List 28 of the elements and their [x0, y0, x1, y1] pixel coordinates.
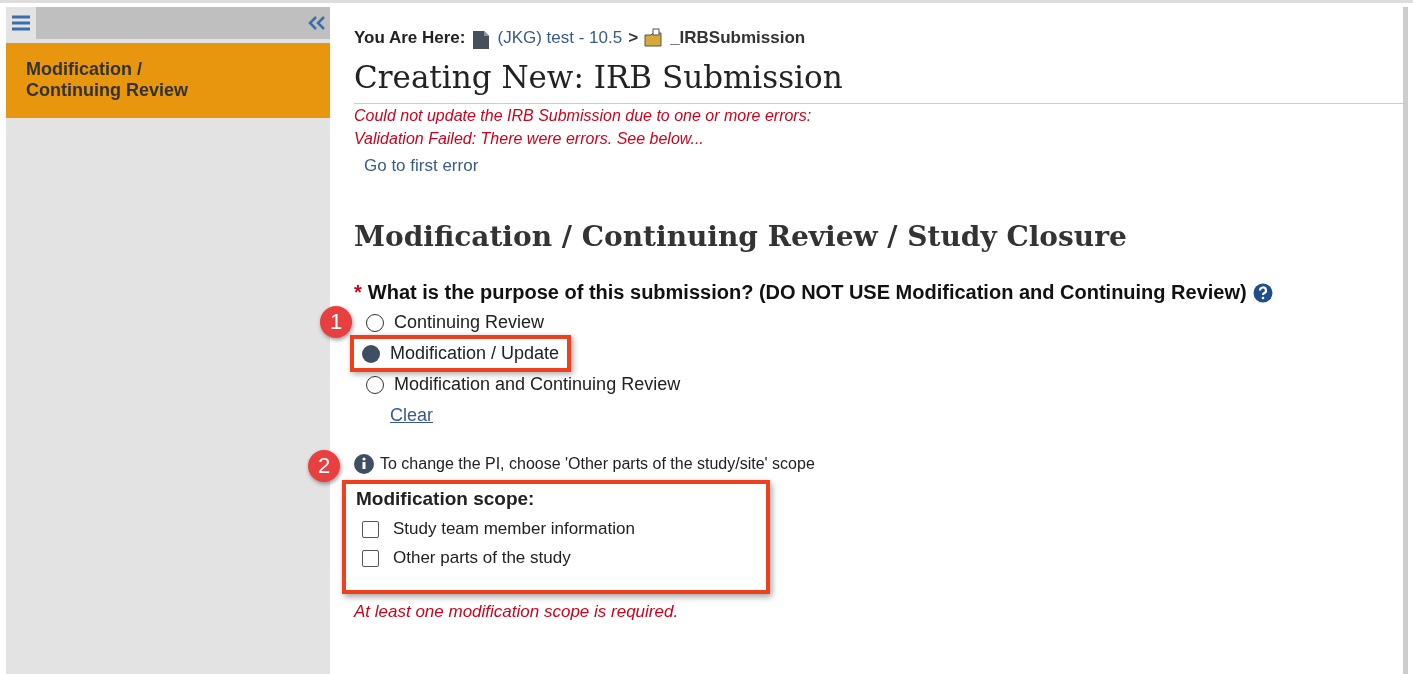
breadcrumb-separator: > — [628, 28, 639, 48]
error-message: At least one modification scope is required. — [354, 602, 680, 622]
step-badge: 1 — [320, 306, 352, 338]
info-icon — [354, 454, 374, 474]
question-text: What is the purpose of this submission? (DO NOT USE Modification and Continuing Review) — [367, 281, 1247, 304]
collapse-icon — [308, 15, 326, 31]
breadcrumb-text: _IRBSubmission — [670, 28, 806, 48]
help-icon[interactable] — [1252, 282, 1273, 303]
folder-icon — [644, 28, 665, 48]
first-error-link[interactable]: Go to first error — [364, 156, 1403, 176]
error-message: Validation Failed: There were errors. See below... — [354, 129, 705, 149]
page-title: Creating New: IRB Submission — [354, 59, 1403, 104]
info-text: To change the PI, choose 'Other parts of the study/site' scope — [380, 455, 815, 473]
radio-option[interactable]: Modification / Update — [350, 335, 572, 372]
checkbox-option[interactable]: Other parts of the study — [362, 548, 756, 568]
section-title: Modification / Continuing Review / Study Closure — [354, 220, 1128, 253]
error-message: Could not update the IRB Submission due to one or more errors: — [354, 106, 813, 126]
required-mark: * — [354, 281, 362, 304]
step-badge: 2 — [308, 450, 340, 482]
clear-link[interactable]: Clear — [390, 405, 1403, 426]
menu-button[interactable] — [6, 7, 36, 39]
breadcrumb-link[interactable]: (JKG) test - 10.5 — [497, 28, 623, 48]
sidebar-item[interactable]: Modification / Continuing Review — [6, 43, 330, 118]
breadcrumb-label: You Are Here: — [354, 28, 466, 48]
collapse-button[interactable] — [308, 15, 326, 31]
scope-title: Modification scope: — [356, 488, 536, 510]
checkbox-option[interactable]: Study team member information — [362, 519, 756, 539]
menu-icon — [12, 15, 30, 31]
